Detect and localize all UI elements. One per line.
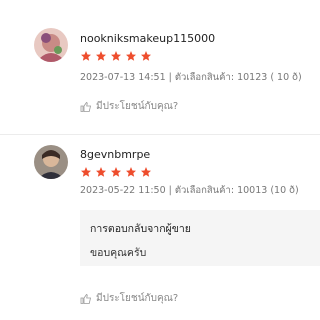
star-icon <box>95 166 107 178</box>
star-rating <box>80 166 152 178</box>
helpful-label: มีประโยชน์กับคุณ? <box>96 293 179 304</box>
seller-reply-text: ขอบคุณครับ <box>90 247 147 259</box>
seller-reply: การตอบกลับจากผู้ขาย ขอบคุณครับ <box>80 210 320 266</box>
star-icon <box>80 166 92 178</box>
thumbs-up-icon <box>80 293 92 305</box>
star-icon <box>125 166 137 178</box>
avatar[interactable] <box>34 145 68 179</box>
helpful-button[interactable]: มีประโยชน์กับคุณ? <box>80 291 178 306</box>
star-icon <box>110 166 122 178</box>
star-icon <box>140 166 152 178</box>
review-item: 8gevnbmrpe 2023-05-22 11:50 | ตัวเลือกสิ… <box>0 0 320 320</box>
seller-reply-title: การตอบกลับจากผู้ขาย <box>90 223 191 235</box>
review-username[interactable]: 8gevnbmrpe <box>80 148 150 161</box>
review-meta: 2023-05-22 11:50 | ตัวเลือกสินค้า: 10013… <box>80 185 299 196</box>
